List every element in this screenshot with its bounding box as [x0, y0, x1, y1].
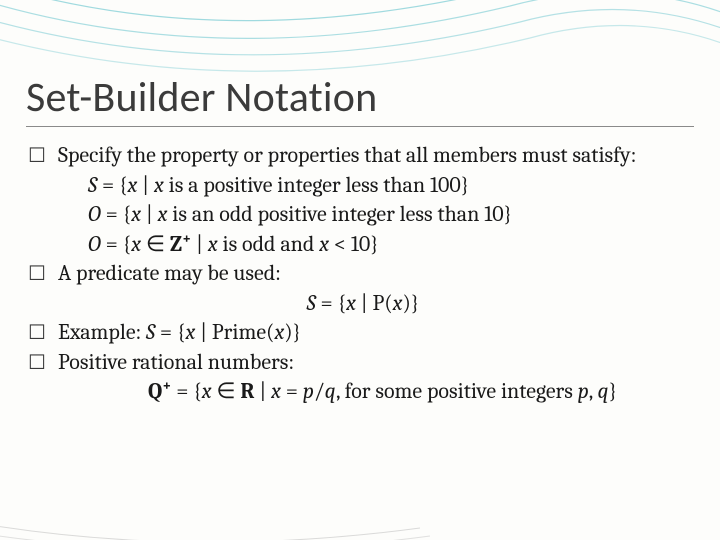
slide-title: Set-Builder Notation — [26, 72, 377, 123]
slide-body: Specify the property or properties that … — [28, 142, 698, 408]
title-underline — [26, 126, 694, 127]
bullet-predicate: A predicate may be used: — [28, 260, 698, 288]
eq-O-def1: O = {x | x is an odd positive integer le… — [28, 201, 698, 229]
eq-O-def2: O = {x ∈ Z+ | x is odd and x < 10} — [28, 231, 698, 259]
eq-predicate: S = {x | P(x)} — [28, 290, 698, 318]
bullet-specify: Specify the property or properties that … — [28, 142, 698, 170]
eq-S-def: S = {x | x is a positive integer less th… — [28, 172, 698, 200]
eq-Q-def: Q+ = {x ∈ R | x = p/q, for some positive… — [28, 378, 698, 406]
bullet-example: Example: S = {x | Prime(x)} — [28, 319, 698, 347]
bullet-rationals: Positive rational numbers: — [28, 349, 698, 377]
